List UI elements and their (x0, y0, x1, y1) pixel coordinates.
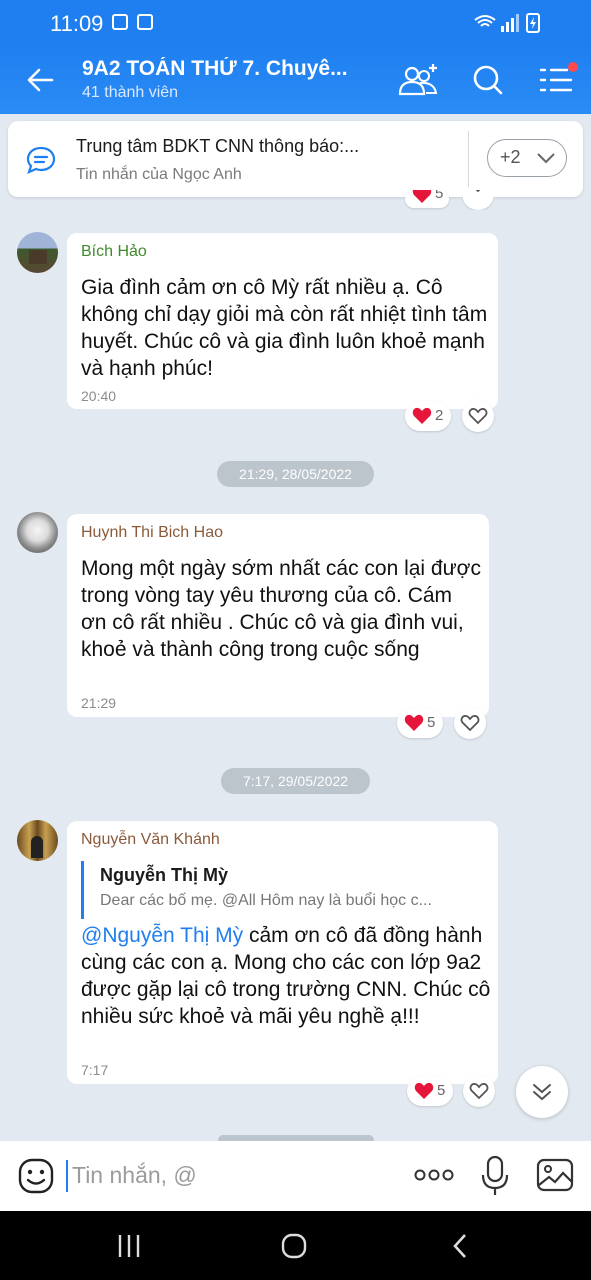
back-icon[interactable] (450, 1233, 470, 1259)
recent-apps-icon[interactable] (116, 1233, 142, 1259)
heart-outline-icon (468, 408, 488, 425)
microphone-icon[interactable] (481, 1155, 509, 1197)
sender-name[interactable]: Huynh Thi Bich Hao (81, 524, 223, 542)
more-pinned-button[interactable]: +2 (487, 139, 567, 177)
notification-icon (112, 14, 128, 30)
divider (468, 131, 469, 187)
pinned-message-bar[interactable]: Trung tâm BDKT CNN thông báo:... Tin nhắ… (8, 121, 583, 197)
message-text: Mong một ngày sớm nhất các con lại được … (81, 557, 481, 661)
message-bubble[interactable]: Huynh Thi Bich Hao Mong một ngày sớm nhấ… (67, 514, 489, 717)
chat-header: 9A2 TOÁN THỨ 7. Chuyê... 41 thành viên (0, 46, 591, 114)
more-pinned-count: +2 (500, 147, 521, 167)
image-icon[interactable] (536, 1157, 574, 1193)
message-bubble[interactable]: Nguyễn Văn Khánh Nguyễn Thị Mỳ Dear các … (67, 821, 498, 1084)
heart-icon (412, 190, 432, 203)
heart-icon (414, 1082, 434, 1099)
group-title[interactable]: 9A2 TOÁN THỨ 7. Chuyê... (82, 57, 362, 81)
avatar[interactable] (17, 232, 58, 273)
like-button[interactable] (454, 707, 486, 739)
double-chevron-down-icon (533, 1084, 551, 1101)
status-icons (474, 13, 540, 33)
message-text: Gia đình cảm ơn cô Mỳ rất nhiều ạ. Cô kh… (81, 276, 488, 380)
home-icon[interactable] (280, 1233, 308, 1259)
avatar[interactable] (17, 512, 58, 553)
quoted-message[interactable]: Nguyễn Thị Mỳ Dear các bố mẹ. @All Hôm n… (81, 861, 481, 919)
mention-link[interactable]: @Nguyễn Thị Mỳ (81, 924, 243, 947)
reaction-count[interactable]: 5 (407, 1076, 453, 1106)
pinned-title: Trung tâm BDKT CNN thông báo:... (76, 136, 360, 156)
add-member-icon[interactable] (396, 60, 440, 100)
heart-icon (412, 407, 432, 424)
message-bubble[interactable]: Bích Hảo Gia đình cảm ơn cô Mỳ rất nhiều… (67, 233, 498, 409)
quoted-text: Dear các bố mẹ. @All Hôm nay là buổi học… (100, 892, 432, 909)
message-time: 7:17 (81, 1062, 109, 1078)
reaction-count[interactable]: 2 (405, 401, 451, 431)
member-count[interactable]: 41 thành viên (82, 84, 178, 102)
quoted-sender: Nguyễn Thị Mỳ (100, 865, 229, 885)
reaction-number: 5 (435, 190, 444, 202)
heart-outline-icon (460, 715, 480, 732)
avatar[interactable] (17, 820, 58, 861)
reaction-count[interactable]: 5 (397, 708, 443, 738)
status-time: 11:09 (50, 11, 104, 36)
emoji-icon[interactable] (18, 1158, 54, 1194)
message-input-bar: Tin nhắn, @ (0, 1141, 591, 1211)
reaction-count[interactable]: 5 (405, 190, 449, 208)
menu-icon[interactable] (537, 60, 581, 100)
like-button[interactable] (463, 1075, 495, 1107)
system-nav-bar (0, 1211, 591, 1280)
sender-name[interactable]: Nguyễn Văn Khánh (81, 831, 220, 849)
more-options-icon[interactable] (414, 1167, 454, 1183)
date-separator: 7:17, 29/05/2022 (221, 768, 370, 794)
pinned-subtitle: Tin nhắn của Ngọc Anh (76, 166, 242, 183)
sender-name[interactable]: Bích Hảo (81, 243, 147, 261)
chat-bubble-icon (26, 146, 56, 174)
back-arrow-icon[interactable] (24, 64, 56, 96)
message-time: 21:29 (81, 695, 117, 711)
message-text: @Nguyễn Thị Mỳ cảm ơn cô đã đồng hành cù… (81, 922, 491, 1030)
heart-outline-icon (469, 1083, 489, 1100)
date-separator: 21:29, 28/05/2022 (217, 461, 374, 487)
image-notification-icon (137, 14, 153, 30)
reaction-number: 5 (427, 714, 436, 731)
heart-icon (404, 714, 424, 731)
reaction-number: 2 (435, 407, 444, 424)
reaction-number: 5 (437, 1082, 446, 1099)
status-bar: 11:09 (0, 0, 591, 46)
chevron-down-icon (537, 153, 555, 164)
message-time: 20:40 (81, 388, 117, 404)
scroll-to-bottom-button[interactable] (516, 1066, 568, 1118)
message-input[interactable]: Tin nhắn, @ (66, 1160, 197, 1192)
like-button[interactable] (462, 400, 494, 432)
search-icon[interactable] (466, 60, 510, 100)
